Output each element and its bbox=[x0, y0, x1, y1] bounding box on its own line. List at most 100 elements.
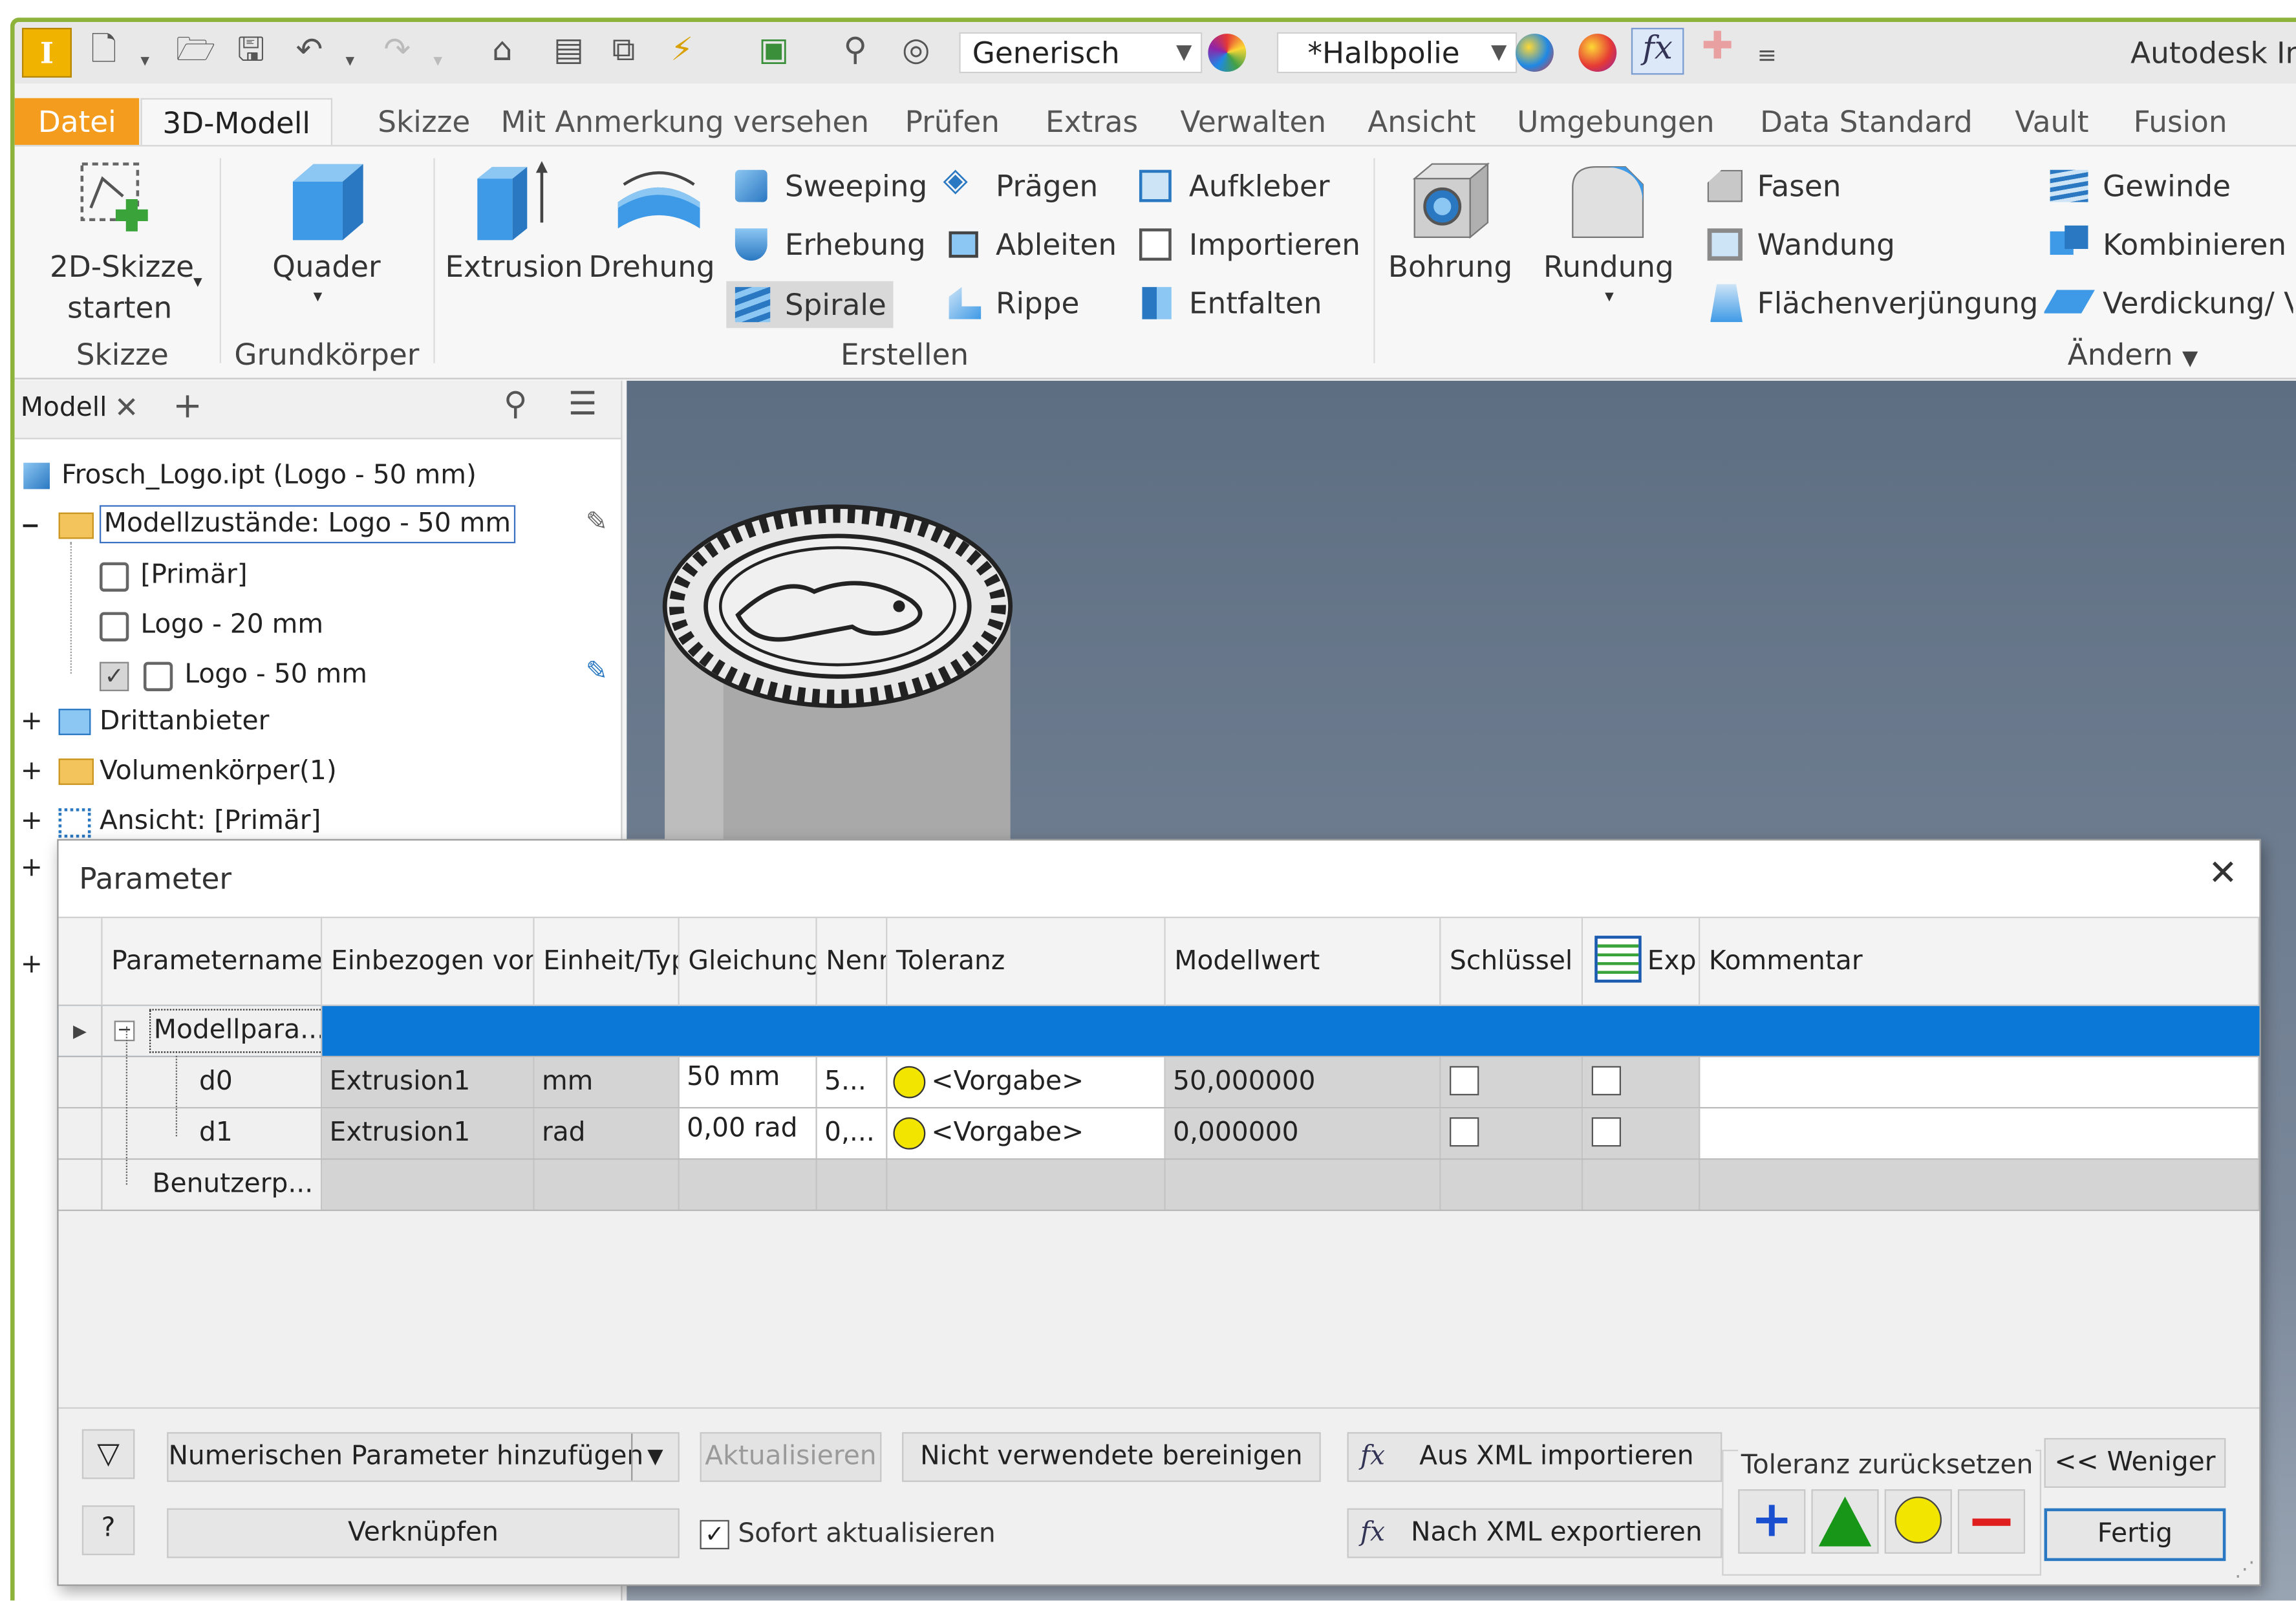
import-xml-button[interactable]: fx Aus XML importieren bbox=[1347, 1432, 1722, 1482]
tab-fusion-360[interactable]: Fusion 360 bbox=[2113, 98, 2296, 186]
checkbox-checked-icon[interactable]: ✓ bbox=[99, 661, 129, 691]
appearance-icon[interactable] bbox=[1515, 34, 1554, 72]
undo-icon[interactable]: ↶ bbox=[295, 31, 323, 72]
project-icon[interactable]: ⧉ bbox=[612, 31, 636, 72]
nominal-d0[interactable]: 5... bbox=[817, 1057, 888, 1108]
new-dropdown-icon[interactable]: ▾ bbox=[140, 39, 149, 80]
tree-item-part[interactable]: Frosch_Logo.ipt (Logo - 50 mm) bbox=[61, 457, 477, 495]
tree-item-logo-20[interactable]: Logo - 20 mm bbox=[140, 607, 323, 645]
measure-icon[interactable]: ⚲ bbox=[843, 31, 867, 72]
equation-d1[interactable]: 0,00 rad bbox=[680, 1108, 817, 1159]
comment-d0[interactable] bbox=[1700, 1057, 2260, 1108]
decal-button[interactable]: Aufkleber bbox=[1133, 164, 1338, 208]
column-header-name[interactable]: Parametername bbox=[102, 918, 323, 1006]
tab-ansicht[interactable]: Ansicht bbox=[1347, 98, 1497, 145]
column-header-model-value[interactable]: Modellwert bbox=[1165, 918, 1441, 1006]
color-wheel-icon[interactable] bbox=[1208, 34, 1247, 72]
key-checkbox-d1[interactable] bbox=[1450, 1117, 1479, 1147]
tolerance-d0[interactable]: <Vorgabe> bbox=[887, 1057, 1166, 1108]
rib-button[interactable]: Rippe bbox=[940, 281, 1116, 325]
coil-button[interactable]: Spirale bbox=[726, 281, 894, 328]
box-primitive-button[interactable]: Quader ▾ bbox=[234, 153, 410, 325]
expand-icon[interactable]: + bbox=[21, 703, 43, 741]
resize-grip-icon[interactable]: ⋰ bbox=[2235, 1553, 2255, 1587]
chamfer-button[interactable]: Fasen bbox=[1702, 164, 1892, 208]
revolve-button[interactable]: Drehung bbox=[586, 153, 726, 325]
redo-dropdown-icon[interactable]: ▾ bbox=[433, 39, 442, 80]
tolerance-lower-button[interactable] bbox=[1957, 1489, 2026, 1554]
table-row[interactable]: d0 Extrusion1 mm 50 mm 5... <Vorgabe> 50… bbox=[58, 1057, 2260, 1109]
menu-icon[interactable]: ☰ bbox=[568, 387, 597, 425]
tab-extras[interactable]: Extras bbox=[1025, 98, 1159, 145]
tolerance-median-button[interactable] bbox=[1811, 1489, 1879, 1554]
tolerance-d1[interactable]: <Vorgabe> bbox=[887, 1108, 1166, 1159]
add-numeric-parameter-button[interactable]: Numerischen Parameter hinzufügen ▼ bbox=[167, 1432, 680, 1482]
tolerance-nominal-button[interactable] bbox=[1884, 1489, 1952, 1554]
close-icon[interactable]: ✕ bbox=[2208, 855, 2238, 890]
key-checkbox-d0[interactable] bbox=[1450, 1066, 1479, 1095]
equation-d0[interactable]: 50 mm bbox=[680, 1057, 817, 1108]
start-2d-sketch-button[interactable]: 2D-Skizze starten ▾ bbox=[29, 153, 217, 325]
hole-button[interactable]: Bohrung bbox=[1382, 153, 1523, 325]
material-dropdown[interactable]: *Halbpolie ▼ bbox=[1276, 32, 1518, 74]
expand-icon[interactable]: + bbox=[21, 802, 43, 841]
home-icon[interactable]: ⌂ bbox=[492, 31, 513, 72]
tree-item-third-party[interactable]: Drittanbieter bbox=[100, 703, 269, 741]
tab-umgebungen[interactable]: Umgebungen bbox=[1497, 98, 1735, 145]
draft-button[interactable]: Flächenverjüngung bbox=[1702, 281, 2038, 325]
column-header-equation[interactable]: Gleichung bbox=[679, 918, 817, 1006]
plus-icon[interactable]: ✚ bbox=[1702, 27, 1733, 67]
shell-button[interactable]: Wandung bbox=[1702, 222, 1907, 266]
tolerance-upper-button[interactable]: + bbox=[1738, 1489, 1806, 1554]
column-header-export[interactable]: Exp bbox=[1583, 918, 1701, 1006]
collapse-icon[interactable]: − bbox=[21, 507, 40, 545]
combine-button[interactable]: Kombinieren bbox=[2044, 222, 2293, 266]
search-icon[interactable]: ⚲ bbox=[504, 387, 528, 425]
filter-button[interactable]: ▽ bbox=[81, 1429, 135, 1479]
export-xml-button[interactable]: fx Nach XML exportieren bbox=[1347, 1508, 1722, 1558]
fx-icon[interactable]: fx bbox=[1631, 28, 1684, 75]
chevron-down-icon[interactable]: ▼ bbox=[631, 1434, 678, 1481]
table-row-user-params[interactable]: Benutzerp... bbox=[58, 1159, 2260, 1211]
redo-icon[interactable]: ↷ bbox=[383, 31, 411, 72]
tab-data-standard[interactable]: Data Standard bbox=[1739, 98, 1993, 145]
help-button[interactable]: ? bbox=[81, 1505, 135, 1556]
tree-item-model-states[interactable]: Modellzustände: Logo - 50 mm bbox=[99, 505, 515, 544]
edit-icon[interactable]: ✎ bbox=[586, 653, 608, 691]
material-icon[interactable]: ◎ bbox=[902, 31, 930, 72]
add-tab-icon[interactable]: + bbox=[173, 387, 202, 425]
thread-button[interactable]: Gewinde bbox=[2044, 164, 2293, 208]
group-label-aendern[interactable]: Ändern ▼ bbox=[2068, 337, 2198, 372]
fillet-button[interactable]: Rundung ▾ bbox=[1538, 153, 1684, 325]
user-params-label[interactable]: Benutzerp... bbox=[102, 1159, 323, 1210]
row-selector[interactable] bbox=[58, 1159, 103, 1210]
column-header-comment[interactable]: Kommentar bbox=[1700, 918, 2260, 1006]
link-button[interactable]: Verknüpfen bbox=[167, 1508, 680, 1558]
row-selector-icon[interactable]: ▶ bbox=[58, 1005, 103, 1056]
column-header-unit[interactable]: Einheit/Typ bbox=[534, 918, 680, 1006]
tab-anmerkung[interactable]: Mit Anmerkung versehen bbox=[480, 98, 890, 145]
update-icon[interactable]: ⚡ bbox=[671, 31, 693, 72]
browser-tab-modell[interactable]: Modell bbox=[21, 389, 107, 427]
immediate-update-checkbox[interactable]: ✓ bbox=[700, 1520, 729, 1550]
tree-item-view[interactable]: Ansicht: [Primär] bbox=[100, 802, 321, 841]
row-selector[interactable] bbox=[58, 1057, 103, 1108]
expand-icon[interactable]: + bbox=[21, 946, 43, 984]
expand-icon[interactable]: + bbox=[21, 753, 43, 791]
row-selector[interactable] bbox=[58, 1108, 103, 1159]
purge-unused-button[interactable]: Nicht verwendete bereinigen bbox=[902, 1432, 1321, 1482]
app-logo-icon[interactable]: I bbox=[21, 28, 72, 78]
extrusion-button[interactable]: Extrusion bbox=[442, 153, 583, 325]
thicken-button[interactable]: Verdickung/ V bbox=[2044, 281, 2293, 325]
export-checkbox-d0[interactable] bbox=[1591, 1066, 1622, 1095]
open-icon[interactable]: 🗁 bbox=[176, 31, 216, 72]
appearance-dropdown[interactable]: Generisch ▼ bbox=[959, 32, 1203, 74]
column-header-nominal[interactable]: Nenn bbox=[817, 918, 888, 1006]
immediate-update-option[interactable]: ✓ Sofort aktualisieren bbox=[700, 1517, 996, 1552]
tab-verwalten[interactable]: Verwalten bbox=[1160, 98, 1347, 145]
sweep-button[interactable]: Sweeping bbox=[726, 164, 927, 208]
properties-icon[interactable]: ▤ bbox=[553, 31, 584, 72]
less-button[interactable]: << Weniger bbox=[2044, 1437, 2226, 1488]
select-icon[interactable]: ▣ bbox=[758, 31, 789, 72]
table-row[interactable]: d1 Extrusion1 rad 0,00 rad 0,... <Vorgab… bbox=[58, 1108, 2260, 1160]
